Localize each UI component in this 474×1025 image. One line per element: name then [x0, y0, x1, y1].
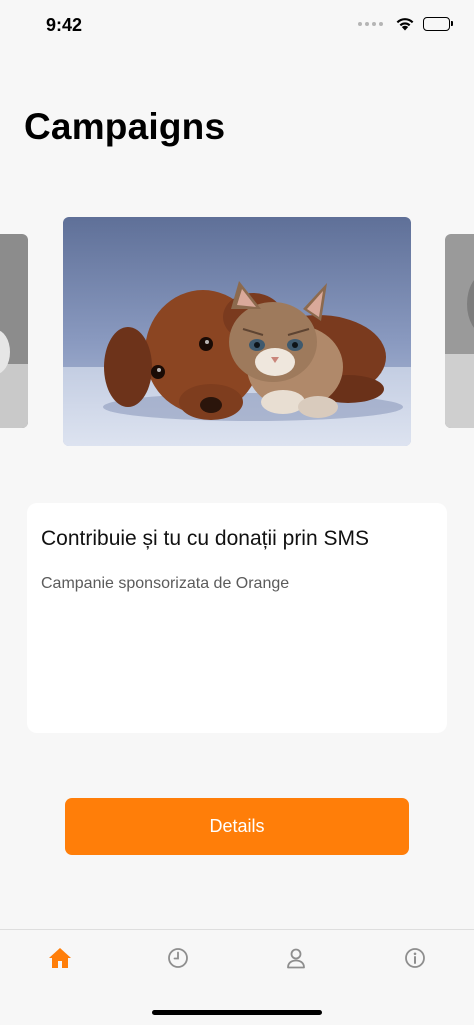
tab-home[interactable] — [40, 938, 80, 978]
campaign-title: Contribuie și tu cu donații prin SMS — [41, 527, 369, 550]
carousel-slide-next[interactable] — [445, 234, 474, 428]
puppy-and-kitten-image — [63, 217, 411, 446]
tab-profile[interactable] — [276, 938, 316, 978]
campaign-subtitle: Campanie sponsorizata de Orange — [41, 575, 290, 592]
campaign-carousel[interactable] — [0, 216, 474, 448]
home-icon — [49, 948, 71, 968]
battery-icon — [423, 16, 453, 31]
clock-icon — [168, 948, 188, 968]
info-icon — [405, 948, 425, 968]
next-campaign-image — [445, 234, 474, 428]
status-bar: 9:42 — [0, 0, 474, 50]
details-button[interactable]: Details — [65, 798, 409, 855]
status-time: 9:42 — [46, 15, 83, 35]
status-icons — [358, 16, 453, 31]
home-indicator — [152, 1010, 322, 1015]
carousel-slide-current[interactable] — [63, 217, 411, 446]
cellular-signal-icon — [358, 21, 383, 26]
tab-info[interactable] — [395, 938, 435, 978]
wifi-icon — [396, 18, 414, 31]
tab-history[interactable] — [158, 938, 198, 978]
page-title: Campaigns — [24, 106, 226, 147]
previous-campaign-image — [0, 234, 28, 428]
carousel-slide-previous[interactable] — [0, 234, 28, 428]
person-icon — [287, 948, 305, 969]
campaign-card: Contribuie și tu cu donații prin SMS Cam… — [27, 503, 447, 733]
